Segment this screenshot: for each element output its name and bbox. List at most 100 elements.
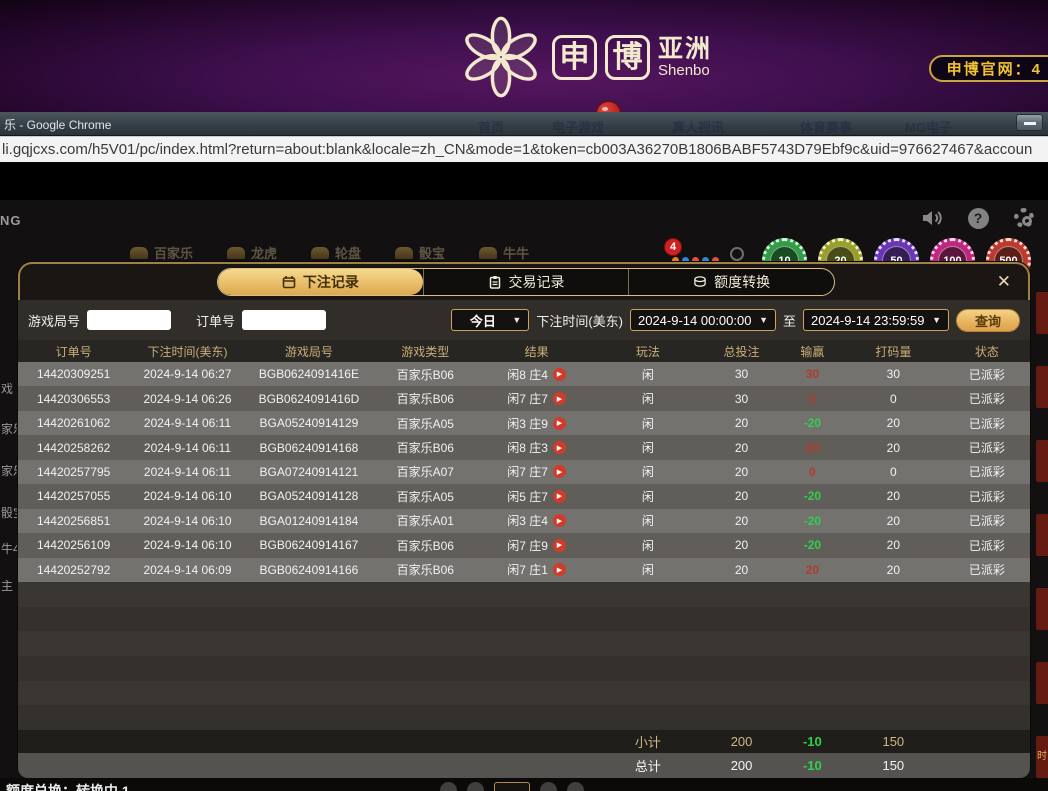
calendar-icon	[282, 275, 296, 289]
cell-win-loss: 0	[782, 392, 843, 406]
to-label: 至	[783, 311, 796, 330]
background-nav-ghost: 首页电子游戏真人视讯体育赛事MG电子	[0, 117, 1048, 133]
right-edge-card	[1036, 292, 1048, 334]
replay-icon[interactable]: ▶	[553, 417, 566, 430]
cell-game-round: BGB06240914168	[246, 441, 373, 455]
game-nav-label: 龙虎	[251, 243, 277, 262]
chrome-titlebar: 乐 - Google Chrome 首页电子游戏真人视讯体育赛事MG电子	[0, 112, 1048, 136]
cell-rolling: 20	[843, 441, 944, 455]
table-header-cell: 游戏局号	[246, 343, 373, 360]
game-nav-icon	[311, 247, 329, 259]
cell-game-round: BGB0624091416E	[246, 367, 373, 381]
grand-total-bet: 200	[701, 758, 782, 773]
brand-char-box: 申	[552, 35, 597, 80]
page-next-button[interactable]	[540, 782, 557, 791]
order-no-input[interactable]	[242, 310, 326, 330]
brand-char-box: 博	[605, 35, 650, 80]
tab-交易记录[interactable]: 交易记录	[423, 269, 629, 295]
table-header-row: 订单号下注时间(美东)游戏局号游戏类型结果玩法总投注输赢打码量状态	[18, 340, 1030, 362]
game-round-label: 游戏局号	[28, 311, 80, 330]
sidebar-item-fragment[interactable]: 牛4	[1, 540, 17, 557]
game-nav-item[interactable]: 百家乐	[130, 243, 193, 262]
replay-icon[interactable]: ▶	[553, 490, 566, 503]
sidebar-item-fragment[interactable]: 戏	[1, 380, 17, 397]
cell-total-bet: 20	[701, 441, 782, 455]
game-nav-item[interactable]: 牛牛	[479, 243, 529, 262]
help-icon[interactable]: ?	[966, 206, 990, 230]
cell-bet-time: 2024-9-14 06:10	[129, 489, 245, 503]
page-toolbar: ?	[920, 206, 1036, 230]
tab-下注记录[interactable]: 下注记录	[218, 269, 423, 295]
game-nav-item[interactable]: 骰宝	[395, 243, 445, 262]
sidebar-item-fragment[interactable]: 主	[1, 577, 17, 594]
magnifier-icon[interactable]	[730, 247, 744, 261]
filter-bar: 游戏局号 订单号 今日 ▼ 下注时间(美东) 2024-9-14 00:00:0…	[18, 300, 1030, 340]
modal-tabstrip: 下注记录交易记录额度转换 ✕	[18, 262, 1030, 300]
site-header: 申 博 亚洲 Shenbo 申博官网：4	[0, 0, 1048, 112]
cell-order-no: 14420256109	[18, 538, 129, 552]
cell-game-round: BGA05240914129	[246, 416, 373, 430]
search-button[interactable]: 查询	[956, 309, 1020, 332]
cell-play-type: 闲	[595, 463, 701, 480]
replay-icon[interactable]: ▶	[553, 539, 566, 552]
settings-gear-icon[interactable]	[1012, 206, 1036, 230]
sidebar-item-fragment[interactable]: 家乐	[1, 420, 17, 437]
page-last-button[interactable]	[567, 782, 584, 791]
time-from-select[interactable]: 2024-9-14 00:00:00 ▼	[630, 309, 776, 331]
sidebar-item-fragment[interactable]: 骰宝	[1, 504, 17, 521]
official-site-pill[interactable]: 申博官网：4	[929, 55, 1048, 82]
cell-result: 闲3 庄4▶	[478, 512, 594, 529]
tab-额度转换[interactable]: 额度转换	[628, 269, 834, 295]
speaker-icon[interactable]	[920, 206, 944, 230]
sidebar-item-fragment[interactable]: 家乐	[1, 462, 17, 479]
replay-icon[interactable]: ▶	[553, 392, 566, 405]
empty-row	[18, 582, 1030, 607]
right-edge-card	[1036, 662, 1048, 704]
result-text: 闲5 庄7	[507, 488, 548, 505]
page-number-box[interactable]	[494, 782, 530, 791]
cell-status: 已派彩	[944, 488, 1030, 505]
game-nav-label: 骰宝	[419, 243, 445, 262]
game-round-input[interactable]	[87, 310, 171, 330]
cell-result: 闲7 庄7 ▶	[478, 390, 594, 407]
table-header-cell: 总投注	[701, 343, 782, 360]
game-nav-item[interactable]: 轮盘	[311, 243, 361, 262]
cell-game-type: 百家乐B06	[372, 366, 478, 383]
replay-icon[interactable]: ▶	[553, 465, 566, 478]
cell-order-no: 14420306553	[18, 392, 129, 406]
subtotal-rolling: 150	[843, 734, 944, 749]
url-bar[interactable]: li.gqjcxs.com/h5V01/pc/index.html?return…	[0, 136, 1048, 163]
game-nav-item[interactable]: 龙虎	[227, 243, 277, 262]
replay-icon[interactable]: ▶	[553, 563, 566, 576]
replay-icon[interactable]: ▶	[553, 441, 566, 454]
cell-game-round: BGA05240914128	[246, 489, 373, 503]
right-edge-card	[1036, 366, 1048, 408]
ghost-nav-item: 电子游戏	[552, 117, 604, 136]
cell-total-bet: 20	[701, 514, 782, 528]
table-body: 144203092512024-9-14 06:27BGB0624091416E…	[18, 362, 1030, 582]
page-prev-button[interactable]	[467, 782, 484, 791]
notification-badge: 4	[664, 238, 682, 256]
replay-icon[interactable]: ▶	[553, 368, 566, 381]
close-icon[interactable]: ✕	[997, 273, 1011, 290]
table-header-cell: 订单号	[18, 343, 129, 360]
game-nav-label: 百家乐	[154, 243, 193, 262]
platform-logo-fragment: NG	[0, 213, 22, 228]
replay-icon[interactable]: ▶	[553, 514, 566, 527]
time-to-select[interactable]: 2024-9-14 23:59:59 ▼	[803, 309, 949, 331]
chevron-down-icon: ▼	[932, 315, 941, 325]
cell-win-loss: -20	[782, 416, 843, 430]
cell-order-no: 14420257055	[18, 489, 129, 503]
page-first-button[interactable]	[440, 782, 457, 791]
cell-result: 闲8 庄3▶	[478, 439, 594, 456]
empty-row	[18, 705, 1030, 730]
minimize-button[interactable]	[1016, 114, 1043, 131]
brand-logo: 申 博 亚洲 Shenbo	[458, 14, 712, 100]
cell-game-type: 百家乐A07	[372, 463, 478, 480]
cell-rolling: 0	[843, 465, 944, 479]
cell-game-type: 百家乐B06	[372, 561, 478, 578]
date-preset-select[interactable]: 今日 ▼	[451, 309, 529, 331]
result-text: 闲7 庄7	[507, 390, 548, 407]
cell-status: 已派彩	[944, 537, 1030, 554]
cell-order-no: 14420309251	[18, 367, 129, 381]
